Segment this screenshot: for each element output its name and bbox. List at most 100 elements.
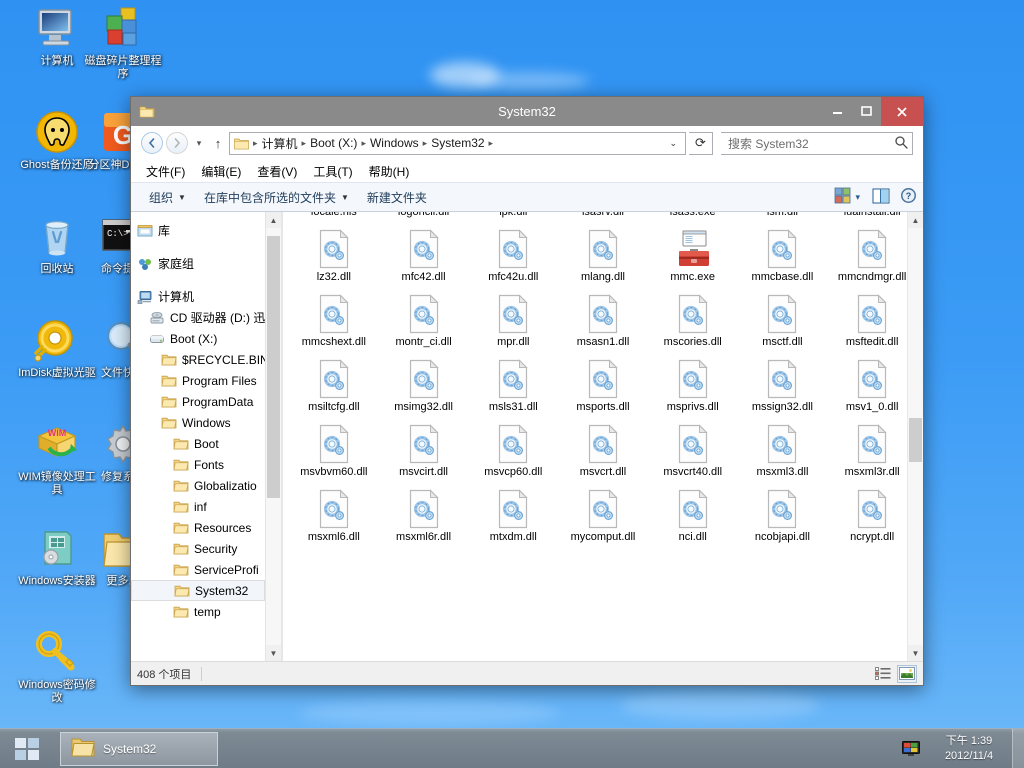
nav-item-[interactable]: 计算机 <box>131 286 265 307</box>
file-item[interactable]: msxml6.dll <box>289 485 379 550</box>
nav-scroll-track[interactable] <box>266 228 281 645</box>
nav-item-temp[interactable]: temp <box>131 601 265 622</box>
file-item[interactable]: msiltcfg.dll <box>289 355 379 420</box>
file-item[interactable]: msports.dll <box>558 355 648 420</box>
file-item[interactable]: mmcbase.dll <box>738 225 828 290</box>
include-in-library-button[interactable]: 在库中包含所选的文件夹 ▼ <box>196 186 357 209</box>
menu-file[interactable]: 文件(F) <box>139 161 192 182</box>
nav-item-BootX[interactable]: Boot (X:) <box>131 328 265 349</box>
nav-item-Resources[interactable]: Resources <box>131 517 265 538</box>
menu-tools[interactable]: 工具(T) <box>306 161 359 182</box>
file-item[interactable]: luainstall.dll <box>827 212 917 225</box>
breadcrumb-item-2[interactable]: Windows <box>367 135 422 151</box>
file-item[interactable]: montr_ci.dll <box>379 290 469 355</box>
close-button[interactable] <box>881 97 923 126</box>
window-titlebar[interactable]: System32 <box>131 97 923 126</box>
nav-item-Fonts[interactable]: Fonts <box>131 454 265 475</box>
file-item[interactable]: msimg32.dll <box>379 355 469 420</box>
file-item[interactable]: mtxdm.dll <box>468 485 558 550</box>
breadcrumb-item-0[interactable]: 计算机 <box>259 134 301 153</box>
view-options-icon[interactable] <box>834 187 851 207</box>
desktop-icon-password-key[interactable]: Windows密码修改 <box>18 628 96 705</box>
nav-item-[interactable]: 库 <box>131 220 265 241</box>
start-button-icon[interactable] <box>0 729 54 768</box>
nav-item-ProgramData[interactable]: ProgramData <box>131 391 265 412</box>
scroll-up-icon[interactable]: ▲ <box>908 212 923 228</box>
search-input[interactable]: 搜索 System32 <box>721 131 913 155</box>
file-list-pane[interactable]: locale.nls logoncli.dll lpk.dll lsasrv.d… <box>283 212 923 661</box>
chevron-down-icon[interactable]: ▾ <box>191 138 207 149</box>
file-item[interactable]: ncobjapi.dll <box>738 485 828 550</box>
organize-button[interactable]: 组织 ▼ <box>141 186 194 209</box>
show-desktop-button[interactable] <box>1012 728 1024 768</box>
file-item[interactable]: lsass.exe <box>648 212 738 225</box>
file-item[interactable]: lpk.dll <box>468 212 558 225</box>
file-item[interactable]: msxml3.dll <box>738 420 828 485</box>
nav-item-CDD[interactable]: CD 驱动器 (D:) 迅 <box>131 307 265 328</box>
nav-item-ProgramFiles[interactable]: Program Files <box>131 370 265 391</box>
maximize-button[interactable] <box>852 97 881 126</box>
file-item[interactable]: msctf.dll <box>738 290 828 355</box>
details-view-icon[interactable] <box>873 665 893 683</box>
display-icon[interactable] <box>896 740 926 757</box>
file-item[interactable]: msls31.dll <box>468 355 558 420</box>
file-item[interactable]: msasn1.dll <box>558 290 648 355</box>
navigation-pane-scrollbar[interactable]: ▲ ▼ <box>265 212 281 661</box>
forward-button[interactable] <box>166 132 188 154</box>
taskbar-item-system32[interactable]: System32 <box>60 731 218 766</box>
file-item[interactable]: msxml3r.dll <box>827 420 917 485</box>
desktop-icon-defragmenter[interactable]: 磁盘碎片整理程序 <box>84 4 162 81</box>
help-icon[interactable]: ? <box>894 187 917 207</box>
file-item[interactable]: mfc42u.dll <box>468 225 558 290</box>
nav-item-inf[interactable]: inf <box>131 496 265 517</box>
refresh-button[interactable]: ⟳ <box>689 131 713 155</box>
nav-item-[interactable]: 家庭组 <box>131 253 265 274</box>
minimize-button[interactable] <box>823 97 852 126</box>
file-item[interactable]: msvcirt.dll <box>379 420 469 485</box>
file-list-scrollbar[interactable]: ▲ ▼ <box>907 212 923 661</box>
scroll-down-icon[interactable]: ▼ <box>266 645 281 661</box>
file-item[interactable]: locale.nls <box>289 212 379 225</box>
nav-item-Boot[interactable]: Boot <box>131 433 265 454</box>
file-item[interactable]: mycomput.dll <box>558 485 648 550</box>
nav-item-Globalizatio[interactable]: Globalizatio <box>131 475 265 496</box>
file-item[interactable]: msprivs.dll <box>648 355 738 420</box>
preview-pane-icon[interactable] <box>872 187 890 207</box>
breadcrumb-item-3[interactable]: System32 <box>428 135 487 151</box>
file-item[interactable]: nci.dll <box>648 485 738 550</box>
taskbar-clock[interactable]: 下午 1:39 2012/11/4 <box>926 734 1012 764</box>
menu-view[interactable]: 查看(V) <box>250 161 304 182</box>
new-folder-button[interactable]: 新建文件夹 <box>359 186 435 209</box>
file-item[interactable]: msv1_0.dll <box>827 355 917 420</box>
file-item[interactable]: mmcndmgr.dll <box>827 225 917 290</box>
breadcrumb-dropdown-icon[interactable]: ⌄ <box>663 138 683 149</box>
file-item[interactable]: msvcp60.dll <box>468 420 558 485</box>
nav-scroll-thumb[interactable] <box>267 236 280 498</box>
file-item[interactable]: logoncli.dll <box>379 212 469 225</box>
file-item[interactable]: mmc.exe <box>648 225 738 290</box>
up-button[interactable]: ↑ <box>210 136 226 151</box>
scroll-up-icon[interactable]: ▲ <box>266 212 281 228</box>
file-item[interactable]: lsasrv.dll <box>558 212 648 225</box>
file-item[interactable]: ncrypt.dll <box>827 485 917 550</box>
back-button[interactable] <box>141 132 163 154</box>
nav-item-ServiceProfi[interactable]: ServiceProfi <box>131 559 265 580</box>
file-item[interactable]: msvcrt40.dll <box>648 420 738 485</box>
chevron-down-icon[interactable]: ▾ <box>855 192 868 203</box>
file-item[interactable]: mlang.dll <box>558 225 648 290</box>
file-item[interactable]: mfc42.dll <box>379 225 469 290</box>
nav-item-Security[interactable]: Security <box>131 538 265 559</box>
file-item[interactable]: lz32.dll <box>289 225 379 290</box>
menu-edit[interactable]: 编辑(E) <box>194 161 248 182</box>
nav-item-System32[interactable]: System32 <box>131 580 265 601</box>
file-item[interactable]: mscories.dll <box>648 290 738 355</box>
file-scroll-track[interactable] <box>908 228 923 645</box>
file-scroll-thumb[interactable] <box>909 418 922 462</box>
scroll-down-icon[interactable]: ▼ <box>908 645 923 661</box>
breadcrumb-item-1[interactable]: Boot (X:) <box>307 135 360 151</box>
file-item[interactable]: msvcrt.dll <box>558 420 648 485</box>
file-item[interactable]: mssign32.dll <box>738 355 828 420</box>
file-item[interactable]: lsm.dll <box>738 212 828 225</box>
file-item[interactable]: mpr.dll <box>468 290 558 355</box>
file-item[interactable]: msftedit.dll <box>827 290 917 355</box>
